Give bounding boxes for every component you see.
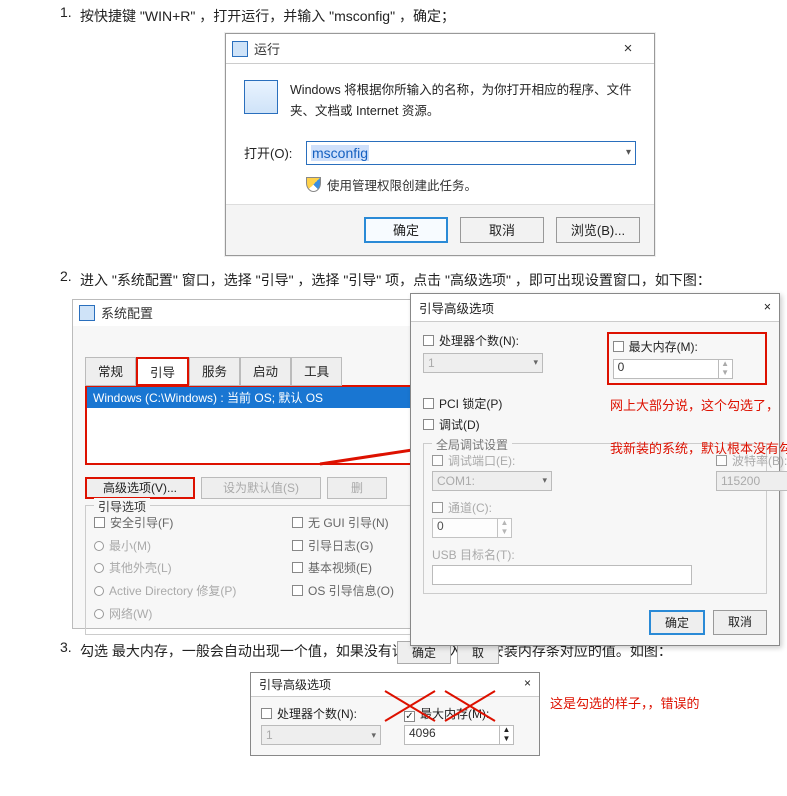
tab-general[interactable]: 常规 xyxy=(85,357,136,386)
sysconf-icon xyxy=(79,305,95,321)
usb-input[interactable] xyxy=(432,565,692,585)
ok-button[interactable]: 确定 xyxy=(364,217,448,243)
debug-port-select[interactable]: COM1:▾ xyxy=(432,471,552,491)
adv-ok-button[interactable]: 确定 xyxy=(649,610,705,635)
run-icon xyxy=(232,41,248,57)
screenshot-cluster-2: 引导高级选项 × 处理器个数(N): 1▾ 最大内存(M): 4096 ▲▼ xyxy=(90,672,787,752)
run-title: 运行 xyxy=(254,39,280,58)
spinner-icon[interactable]: ▲▼ xyxy=(718,360,732,378)
sysconf-title: 系统配置 xyxy=(101,303,153,322)
open-label: 打开(O): xyxy=(244,143,306,162)
run-dialog: 运行 × Windows 将根据你所输入的名称，为你打开相应的程序、文件夹、文档… xyxy=(225,33,655,256)
maxmem-checkbox[interactable]: 最大内存(M): xyxy=(613,338,761,355)
set-default-button[interactable]: 设为默认值(S) xyxy=(201,477,321,499)
usb-label: USB 目标名(T): xyxy=(432,546,692,563)
run-titlebar: 运行 × xyxy=(226,34,654,64)
step-1-text: 按快捷键 "WIN+R" ，打开运行，并输入 "msconfig" ，确定； xyxy=(80,4,747,29)
adv-title: 引导高级选项 xyxy=(419,298,494,317)
delete-button[interactable]: 删 xyxy=(327,477,387,499)
boot-advanced-dialog: 引导高级选项 × 处理器个数(N): 1▾ 最大内存(M): 0 xyxy=(410,293,780,646)
adv2-title: 引导高级选项 xyxy=(259,676,331,693)
tab-boot[interactable]: 引导 xyxy=(136,357,189,386)
step-2-number: 2. xyxy=(60,268,80,293)
opt-safeboot[interactable]: 安全引导(F) xyxy=(94,512,292,535)
adv-close-icon[interactable]: × xyxy=(764,300,771,314)
browse-button[interactable]: 浏览(B)... xyxy=(556,217,640,243)
advanced-options-button[interactable]: 高级选项(V)... xyxy=(85,477,195,499)
admin-note: 使用管理权限创建此任务。 xyxy=(327,175,477,194)
step-2-text: 进入 "系统配置" 窗口，选择 "引导" ，选择 "引导" 项，点击 "高级选项… xyxy=(80,268,747,293)
annotation-2: 我新装的系统，默认根本没有勾选 xyxy=(610,437,787,460)
channel-checkbox[interactable]: 通道(C): xyxy=(432,499,692,516)
spinner-icon[interactable]: ▲▼ xyxy=(499,726,513,744)
maxmem-input[interactable]: 0 ▲▼ xyxy=(613,359,733,379)
opt-ad[interactable]: Active Directory 修复(P) xyxy=(94,580,292,603)
tab-tools[interactable]: 工具 xyxy=(291,357,342,386)
step-2: 2. 进入 "系统配置" 窗口，选择 "引导" ，选择 "引导" 项，点击 "高… xyxy=(60,268,747,293)
close-icon[interactable]: × xyxy=(608,40,648,57)
adv2-cpu-checkbox[interactable]: 处理器个数(N): xyxy=(261,705,386,722)
screenshot-cluster: 系统配置 常规 引导 服务 启动 工具 Windows (C:\Windows)… xyxy=(90,299,787,629)
shield-icon xyxy=(306,177,321,192)
boot-advanced-dialog-2: 引导高级选项 × 处理器个数(N): 1▾ 最大内存(M): 4096 ▲▼ xyxy=(250,672,540,756)
adv-cancel-button[interactable]: 取消 xyxy=(713,610,767,635)
channel-input[interactable]: 0 ▲▼ xyxy=(432,518,512,538)
run-description: Windows 将根据你所输入的名称，为你打开相应的程序、文件夹、文档或 Int… xyxy=(290,80,636,123)
adv2-close-icon[interactable]: × xyxy=(524,676,531,693)
adv2-cpu-select[interactable]: 1▾ xyxy=(261,725,381,745)
tab-services[interactable]: 服务 xyxy=(189,357,240,386)
cpu-checkbox[interactable]: 处理器个数(N): xyxy=(423,332,583,349)
step-1-number: 1. xyxy=(60,4,80,29)
open-value: msconfig xyxy=(311,145,369,161)
global-debug-group: 全局调试设置 调试端口(E): COM1:▾ 通道(C): 0 ▲▼ USB 目… xyxy=(423,443,767,594)
debug-checkbox[interactable]: 调试(D) xyxy=(423,416,767,433)
opt-shell[interactable]: 其他外壳(L) xyxy=(94,557,292,580)
adv2-maxmem-checkbox[interactable]: 最大内存(M): xyxy=(404,705,529,722)
annotation-1: 网上大部分说，这个勾选了， xyxy=(610,394,787,417)
chevron-down-icon[interactable]: ▾ xyxy=(626,147,631,158)
opt-min[interactable]: 最小(M) xyxy=(94,535,292,558)
opt-net[interactable]: 网络(W) xyxy=(94,603,292,626)
adv2-maxmem-input[interactable]: 4096 ▲▼ xyxy=(404,725,514,745)
cancel-button[interactable]: 取消 xyxy=(460,217,544,243)
baud-select[interactable]: 115200▾ xyxy=(716,471,787,491)
run-big-icon xyxy=(244,80,278,114)
cpu-select[interactable]: 1▾ xyxy=(423,353,543,373)
boot-options-legend: 引导选项 xyxy=(94,498,150,515)
tab-startup[interactable]: 启动 xyxy=(240,357,291,386)
global-debug-legend: 全局调试设置 xyxy=(432,436,512,453)
open-input[interactable]: msconfig ▾ xyxy=(306,141,636,165)
annotation-3: 这是勾选的样子，，错误的 xyxy=(550,692,700,715)
step-1: 1. 按快捷键 "WIN+R" ，打开运行，并输入 "msconfig" ，确定… xyxy=(60,4,747,29)
